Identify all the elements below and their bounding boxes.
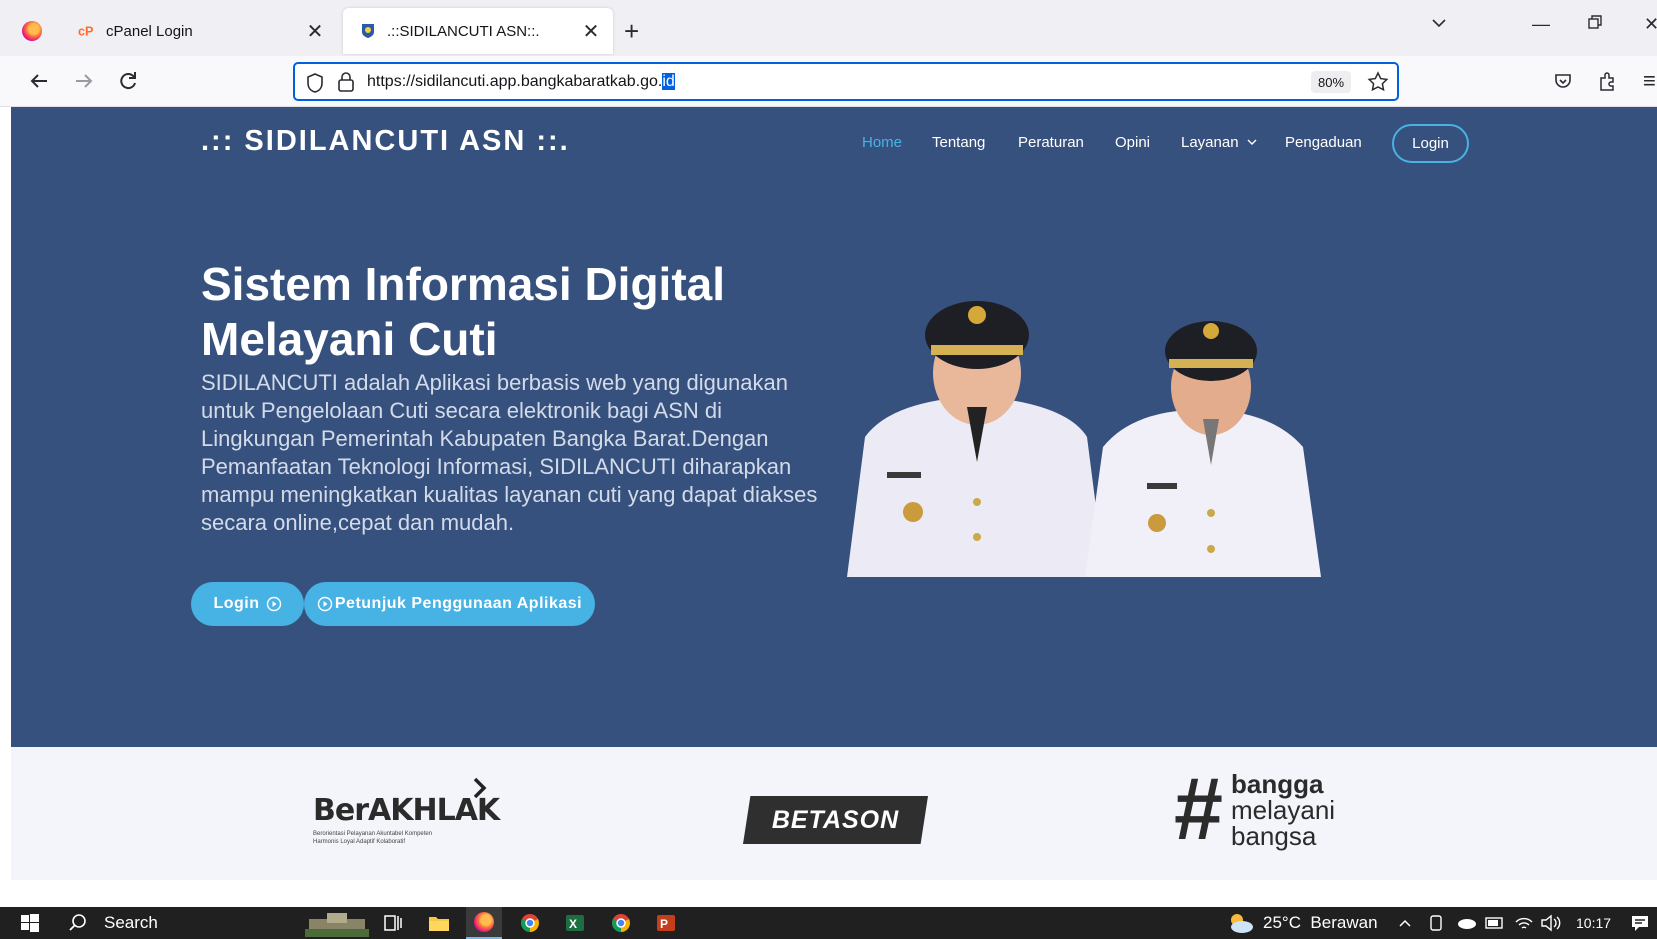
excel-icon[interactable]: X (565, 907, 585, 939)
site-brand[interactable]: .:: SIDILANCUTI ASN ::. (201, 125, 570, 158)
task-view-icon[interactable] (383, 907, 403, 939)
powerpoint-icon[interactable]: P (656, 907, 676, 939)
building-image-icon[interactable] (305, 907, 369, 939)
pocket-icon[interactable] (1553, 71, 1573, 95)
nav-pengaduan[interactable]: Pengaduan (1285, 134, 1362, 151)
nav-home[interactable]: Home (862, 134, 902, 151)
guide-button[interactable]: Petunjuk Penggunaan Aplikasi (304, 582, 595, 626)
nav-login-button[interactable]: Login (1392, 124, 1469, 163)
hero-login-button[interactable]: Login (191, 582, 304, 626)
close-window-icon[interactable]: ✕ (1644, 14, 1657, 35)
restore-icon[interactable] (1587, 14, 1603, 35)
nav-tentang[interactable]: Tentang (932, 134, 985, 151)
partner-logos: BerAKHLAK Berorientasi Pelayanan Akuntab… (11, 747, 1657, 880)
clock-time[interactable]: 10:17 (1576, 907, 1611, 939)
hero-title: Sistem Informasi Digital Melayani Cuti (201, 258, 726, 365)
zoom-level[interactable]: 80% (1311, 71, 1351, 93)
svg-text:X: X (569, 917, 577, 931)
meet-now-icon[interactable] (1428, 907, 1444, 939)
officials-photo (847, 301, 1321, 577)
bookmark-star-icon[interactable] (1367, 71, 1389, 98)
chevron-down-icon (1247, 139, 1257, 145)
svg-text:P: P (660, 917, 668, 931)
address-bar[interactable]: https://sidilancuti.app.bangkabaratkab.g… (293, 62, 1399, 101)
reload-icon[interactable] (117, 70, 139, 96)
firefox-icon[interactable] (22, 21, 42, 41)
volume-icon[interactable] (1540, 907, 1562, 939)
tab-sidilancuti[interactable]: .::SIDILANCUTI ASN::. ✕ (343, 8, 613, 54)
site-favicon-icon (359, 22, 377, 40)
windows-start-icon[interactable] (20, 907, 40, 939)
nav-peraturan[interactable]: Peraturan (1018, 134, 1084, 151)
partly-cloudy-icon (1231, 914, 1253, 933)
navigation-bar: https://sidilancuti.app.bangkabaratkab.g… (0, 56, 1657, 107)
list-all-tabs-icon[interactable] (1430, 14, 1448, 37)
close-icon[interactable]: ✕ (301, 17, 329, 45)
hashtag-icon: # (1174, 759, 1223, 858)
nav-layanan[interactable]: Layanan (1181, 134, 1258, 151)
chrome-icon[interactable] (611, 907, 631, 939)
hero-section: .:: SIDILANCUTI ASN ::. Home Tentang Per… (11, 107, 1657, 747)
tab-cpanel[interactable]: cP cPanel Login ✕ (62, 8, 337, 54)
notifications-icon[interactable] (1630, 907, 1650, 939)
close-icon[interactable]: ✕ (577, 17, 605, 45)
play-circle-icon (317, 596, 333, 612)
tab-title: .::SIDILANCUTI ASN::. (387, 22, 540, 40)
firefox-taskbar-icon[interactable] (466, 907, 502, 939)
file-explorer-icon[interactable] (428, 907, 450, 939)
taskbar-search[interactable]: Search (68, 907, 158, 939)
new-tab-icon[interactable]: + (624, 18, 639, 44)
url-text[interactable]: https://sidilancuti.app.bangkabaratkab.g… (367, 73, 675, 91)
url-selection: id (662, 73, 675, 90)
forward-arrow-icon[interactable] (73, 70, 95, 96)
web-page: .:: SIDILANCUTI ASN ::. Home Tentang Per… (11, 107, 1657, 880)
show-hidden-icons-chevron-icon[interactable] (1398, 907, 1412, 939)
bangga-melayani-bangsa-logo: # bangga melayani bangsa (1174, 759, 1336, 858)
weather-widget[interactable]: 25°C Berawan (1225, 907, 1378, 939)
windows-taskbar: Search X P 25°C Berawan 10:17 (0, 907, 1657, 939)
lock-icon[interactable] (337, 71, 355, 98)
tab-title: cPanel Login (106, 22, 193, 40)
tab-bar: cP cPanel Login ✕ .::SIDILANCUTI ASN::. … (0, 0, 1657, 56)
search-icon (69, 914, 86, 931)
play-circle-icon (266, 596, 281, 612)
berakhlak-logo: BerAKHLAK Berorientasi Pelayanan Akuntab… (313, 777, 500, 851)
onedrive-icon[interactable] (1455, 907, 1477, 939)
menu-icon[interactable]: ≡ (1643, 70, 1656, 92)
hero-description: SIDILANCUTI adalah Aplikasi berbasis web… (201, 370, 818, 535)
svg-text:cP: cP (78, 25, 93, 39)
battery-icon[interactable] (1485, 907, 1505, 939)
shield-icon[interactable] (305, 72, 325, 99)
extensions-icon[interactable] (1597, 70, 1617, 96)
betason-logo: BETASON (743, 796, 928, 844)
wifi-icon[interactable] (1514, 907, 1534, 939)
minimize-icon[interactable]: — (1532, 14, 1550, 35)
cpanel-icon: cP (78, 22, 96, 40)
back-arrow-icon[interactable] (28, 70, 50, 96)
chrome-icon[interactable] (520, 907, 540, 939)
nav-opini[interactable]: Opini (1115, 134, 1150, 151)
